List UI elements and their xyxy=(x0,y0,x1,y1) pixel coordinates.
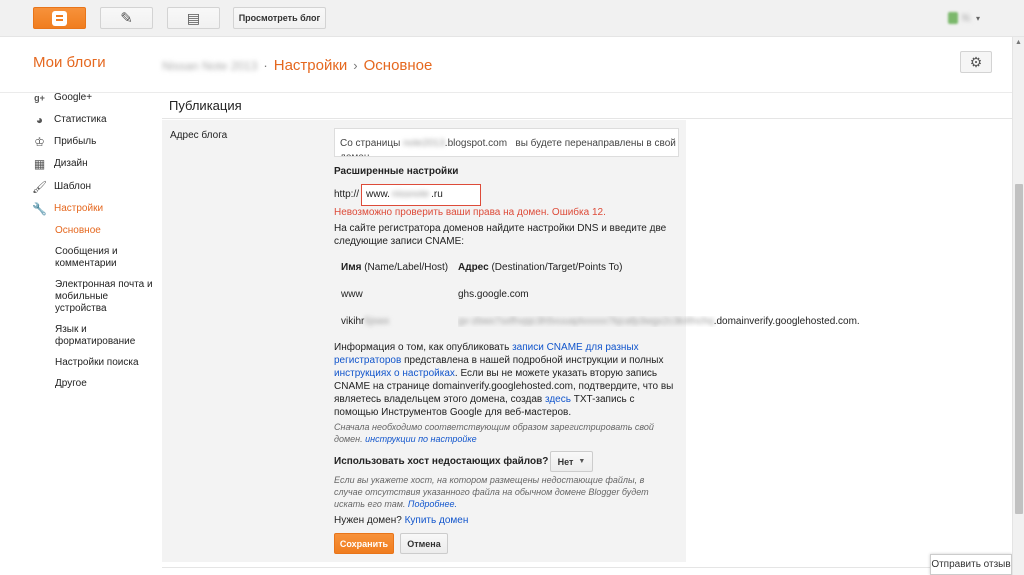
cname-row2-name-blurred: 5jswx xyxy=(364,316,390,327)
buy-domain-link[interactable]: Купить домен xyxy=(405,515,469,526)
gear-icon: ⚙ xyxy=(969,53,983,70)
sidebar-item-label: Настройки xyxy=(54,203,104,214)
sidebar-item-googleplus[interactable]: g+ Google+ xyxy=(33,91,92,104)
learn-more-link[interactable]: Подробнее. xyxy=(408,499,457,509)
setup-guide-link[interactable]: инструкции по настройке xyxy=(365,434,477,444)
sidebar-subitem-search[interactable]: Настройки поиска xyxy=(55,357,155,369)
page-scrollbar[interactable]: ▲ xyxy=(1012,37,1024,575)
sidebar-subitem-posts-comments[interactable]: Сообщения и комментарии xyxy=(55,246,155,270)
sidebar-item-label: Шаблон xyxy=(54,181,92,192)
cname-row1-address: ghs.google.com xyxy=(458,289,529,300)
domain-suffix: .ru xyxy=(431,189,443,200)
domain-prefix: www. xyxy=(366,189,390,200)
chevron-down-icon: ▾ xyxy=(975,13,980,23)
pencil-icon: ✎ xyxy=(120,10,133,27)
wrench-icon: 🔧 xyxy=(32,201,47,216)
redirect-domain: .blogspot.com xyxy=(444,138,508,149)
missing-files-note: Если вы укажете хост, на котором размеще… xyxy=(334,474,664,510)
sidebar-subitem-other[interactable]: Другое xyxy=(55,378,155,390)
cname-row1-name: www xyxy=(341,289,363,300)
blog-address-label: Адрес блога xyxy=(170,130,228,141)
template-icon: 🖌 xyxy=(31,179,48,194)
stats-icon: ◕ xyxy=(35,112,44,127)
divider xyxy=(162,118,1012,119)
http-label: http:// xyxy=(334,189,360,200)
posts-icon: ▤ xyxy=(186,9,201,26)
domain-input[interactable]: www. nissnote .ru xyxy=(361,184,481,206)
cname-row2-address: gv-zbwx7sxfhvpjc3h5vuuaj4xxxxx7kjcafp3wg… xyxy=(458,316,868,327)
select-value: Нет xyxy=(557,456,574,467)
cname-row2-name-visible: vikihr xyxy=(341,316,365,327)
dns-instructions: На сайте регистратора доменов найдите на… xyxy=(334,223,667,247)
blogger-logo-icon xyxy=(52,10,67,26)
note-text: Если вы укажете хост, на котором размеще… xyxy=(334,475,649,509)
google-plus-icon: g+ xyxy=(34,92,45,103)
cname-name-header: Имя (Name/Label/Host) xyxy=(341,262,448,273)
account-menu[interactable]: N. ▾ xyxy=(947,12,980,24)
cname-address-header-bold: Адрес xyxy=(458,262,489,273)
save-button[interactable]: Сохранить xyxy=(334,533,394,554)
cname-row2-address-visible: .domainverify.googlehosted.com. xyxy=(713,316,860,327)
txt-record-link[interactable]: здесь xyxy=(545,394,571,405)
register-domain-note: Сначала необходимо соответствующим образ… xyxy=(334,421,679,445)
scrollbar-thumb[interactable] xyxy=(1015,184,1023,514)
need-domain-label: Нужен домен? xyxy=(334,515,405,526)
sidebar-item-label: Дизайн xyxy=(54,158,88,169)
domain-error-message: Невозможно проверить ваши права на домен… xyxy=(334,207,606,218)
redirect-blurred-name: note2013 xyxy=(403,138,445,149)
breadcrumb: Nissan Note 2013 · Настройки › Основное xyxy=(162,57,432,74)
need-domain-text: Нужен домен? Купить домен xyxy=(334,515,468,526)
sidebar-item-stats[interactable]: ◕ Статистика xyxy=(33,112,107,127)
missing-files-host-label: Использовать хост недостающих файлов? xyxy=(334,456,549,467)
breadcrumb-separator: · xyxy=(263,58,268,73)
sidebar-subitem-email-mobile[interactable]: Электронная почта и мобильные устройства xyxy=(55,279,155,315)
sidebar-item-settings[interactable]: 🔧 Настройки xyxy=(32,201,104,216)
blog-name[interactable]: Nissan Note 2013 xyxy=(162,59,257,73)
divider xyxy=(162,567,1012,568)
cancel-button[interactable]: Отмена xyxy=(400,533,448,554)
cname-row2-address-blurred: gv-zbwx7sxfhvpjc3h5vuuaj4xxxxx7kjcafp3wg… xyxy=(458,316,714,327)
account-name: N. xyxy=(961,12,972,24)
setup-instructions-link[interactable]: инструкциях о настройках xyxy=(334,368,455,379)
sidebar-subitem-basic[interactable]: Основное xyxy=(55,225,155,237)
advanced-settings-title: Расширенные настройки xyxy=(334,166,459,177)
cname-help-text: Информация о том, как опубликовать запис… xyxy=(334,341,679,419)
settings-gear-button[interactable]: ⚙ xyxy=(960,51,992,73)
sidebar-item-layout[interactable]: ▦ Дизайн xyxy=(33,156,88,171)
page-header: Мои блоги Nissan Note 2013 · Настройки ›… xyxy=(0,37,1024,93)
blogger-home-button[interactable] xyxy=(33,7,86,29)
view-blog-button[interactable]: Просмотреть блог xyxy=(233,7,326,29)
breadcrumb-basic: Основное xyxy=(363,57,433,74)
info-text: Информация о том, как опубликовать xyxy=(334,342,513,353)
cname-row2-name: vikihr5jswx xyxy=(341,316,389,327)
chevron-down-icon: ▼ xyxy=(578,458,586,465)
my-blogs-link[interactable]: Мои блоги xyxy=(33,54,106,71)
layout-icon: ▦ xyxy=(33,156,46,171)
missing-files-host-select[interactable]: Нет ▼ xyxy=(550,451,593,472)
cname-address-header-rest: (Destination/Target/Points To) xyxy=(491,262,623,273)
sidebar-item-label: Статистика xyxy=(54,114,107,125)
redirect-info-box: Со страницы note2013.blogspot.com вы буд… xyxy=(334,128,679,157)
send-feedback-button[interactable]: Отправить отзыв xyxy=(930,554,1012,575)
cname-address-header: Адрес (Destination/Target/Points To) xyxy=(458,262,622,273)
info-text: представлена в нашей подробной инструкци… xyxy=(401,355,664,366)
domain-blurred: nissnote xyxy=(391,189,430,200)
redirect-prefix: Со страницы xyxy=(340,138,401,149)
new-post-button[interactable]: ✎ xyxy=(100,7,153,29)
sidebar-item-label: Google+ xyxy=(54,92,93,103)
breadcrumb-settings[interactable]: Настройки xyxy=(274,57,348,74)
sidebar-item-template[interactable]: 🖌 Шаблон xyxy=(31,179,92,194)
breadcrumb-separator: › xyxy=(353,58,358,73)
sidebar-item-label: Прибыль xyxy=(54,136,97,147)
posts-list-button[interactable]: ▤ xyxy=(167,7,220,29)
section-title: Публикация xyxy=(169,98,242,113)
sidebar-item-earnings[interactable]: ♔ Прибыль xyxy=(33,134,97,149)
avatar xyxy=(947,12,958,24)
top-toolbar: ✎ ▤ Просмотреть блог N. ▾ xyxy=(0,0,1024,37)
cname-name-header-rest: (Name/Label/Host) xyxy=(364,262,449,273)
scroll-up-icon[interactable]: ▲ xyxy=(1015,39,1022,46)
sidebar-subitem-language[interactable]: Язык и форматирование xyxy=(55,324,155,348)
cname-name-header-bold: Имя xyxy=(341,262,362,273)
trophy-icon: ♔ xyxy=(34,134,45,149)
